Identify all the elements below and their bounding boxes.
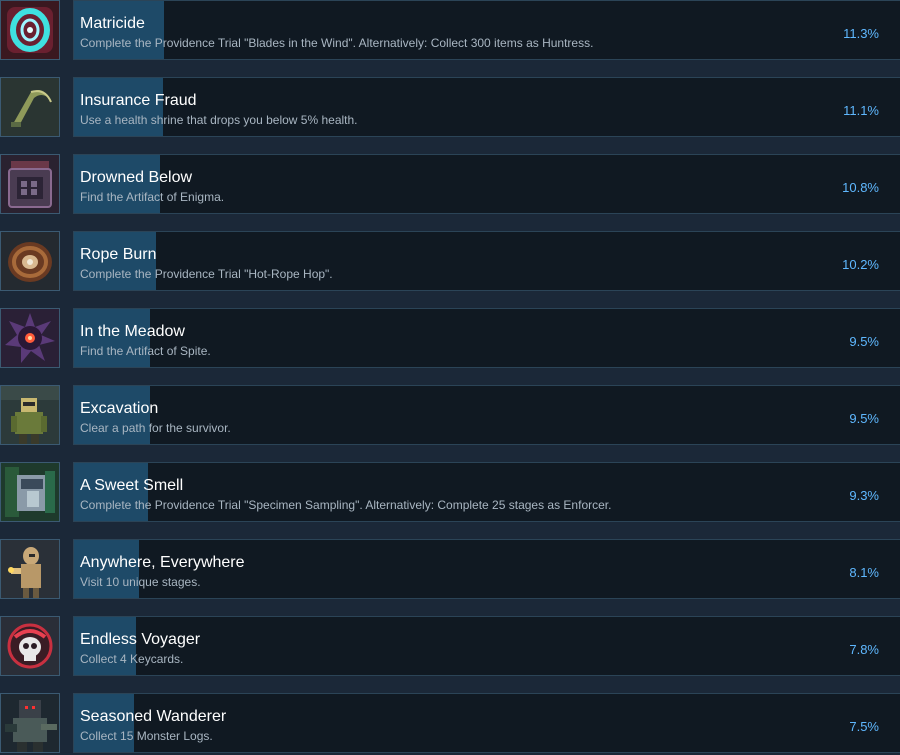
achievement-description: Find the Artifact of Spite. [80, 344, 211, 358]
achievement-card: Insurance Fraud Use a health shrine that… [73, 77, 900, 137]
artifact-cube-icon [0, 154, 60, 214]
achievement-description: Visit 10 unique stages. [80, 575, 201, 589]
achievement-description: Collect 15 Monster Logs. [80, 729, 213, 743]
unlock-percentage: 9.5% [849, 411, 879, 426]
achievement-description: Collect 4 Keycards. [80, 652, 184, 666]
achievement-title: Seasoned Wanderer [80, 708, 227, 725]
unlock-percentage: 11.3% [843, 26, 879, 41]
achievement-row[interactable]: Endless Voyager Collect 4 Keycards. 7.8% [0, 616, 900, 678]
soldier-character-icon [0, 693, 60, 753]
achievement-row[interactable]: Excavation Clear a path for the survivor… [0, 385, 900, 447]
robot-character-icon [0, 539, 60, 599]
achievement-card: In the Meadow Find the Artifact of Spite… [73, 308, 900, 368]
achievement-title: Anywhere, Everywhere [80, 554, 245, 571]
achievement-row[interactable]: Matricide Complete the Providence Trial … [0, 0, 900, 62]
achievement-card: Drowned Below Find the Artifact of Enigm… [73, 154, 900, 214]
spiked-orb-icon [0, 308, 60, 368]
achievement-description: Find the Artifact of Enigma. [80, 190, 225, 204]
achievement-row[interactable]: Seasoned Wanderer Collect 15 Monster Log… [0, 693, 900, 755]
achievement-card: A Sweet Smell Complete the Providence Tr… [73, 462, 900, 522]
achievement-card: Anywhere, Everywhere Visit 10 unique sta… [73, 539, 900, 599]
achievement-description: Use a health shrine that drops you below… [80, 113, 358, 127]
achievement-row[interactable]: In the Meadow Find the Artifact of Spite… [0, 308, 900, 370]
skull-emblem-icon [0, 616, 60, 676]
achievement-row[interactable]: Drowned Below Find the Artifact of Enigm… [0, 154, 900, 216]
unlock-percentage: 7.5% [849, 719, 879, 734]
unlock-percentage: 11.1% [843, 103, 879, 118]
rope-coil-icon [0, 231, 60, 291]
achievement-description: Complete the Providence Trial "Specimen … [80, 498, 612, 512]
achievement-title: Drowned Below [80, 169, 193, 186]
achievement-description: Complete the Providence Trial "Hot-Rope … [80, 267, 333, 281]
unlock-percentage: 10.8% [842, 180, 879, 195]
unlock-percentage: 10.2% [842, 257, 879, 272]
unlock-percentage: 8.1% [849, 565, 879, 580]
achievement-title: Excavation [80, 400, 159, 417]
achievement-card: Seasoned Wanderer Collect 15 Monster Log… [73, 693, 900, 753]
achievement-title: Insurance Fraud [80, 92, 197, 109]
achievement-description: Clear a path for the survivor. [80, 421, 231, 435]
achievement-row[interactable]: Insurance Fraud Use a health shrine that… [0, 77, 900, 139]
achievement-title: Rope Burn [80, 246, 157, 263]
enforcer-shield-icon [0, 462, 60, 522]
achievement-title: Endless Voyager [80, 631, 201, 648]
sickle-icon [0, 77, 60, 137]
achievement-row[interactable]: Anywhere, Everywhere Visit 10 unique sta… [0, 539, 900, 601]
unlock-percentage: 7.8% [849, 642, 879, 657]
achievement-card: Excavation Clear a path for the survivor… [73, 385, 900, 445]
unlock-percentage: 9.5% [849, 334, 879, 349]
achievement-card: Endless Voyager Collect 4 Keycards. 7.8% [73, 616, 900, 676]
achievement-card: Matricide Complete the Providence Trial … [73, 0, 900, 60]
achievement-description: Complete the Providence Trial "Blades in… [80, 36, 594, 50]
achievement-row[interactable]: Rope Burn Complete the Providence Trial … [0, 231, 900, 293]
unlock-percentage: 9.3% [849, 488, 879, 503]
achievement-row[interactable]: A Sweet Smell Complete the Providence Tr… [0, 462, 900, 524]
achievement-title: Matricide [80, 15, 145, 32]
swirl-portal-icon [0, 0, 60, 60]
achievement-title: A Sweet Smell [80, 477, 184, 494]
achievement-title: In the Meadow [80, 323, 185, 340]
miner-character-icon [0, 385, 60, 445]
achievement-card: Rope Burn Complete the Providence Trial … [73, 231, 900, 291]
